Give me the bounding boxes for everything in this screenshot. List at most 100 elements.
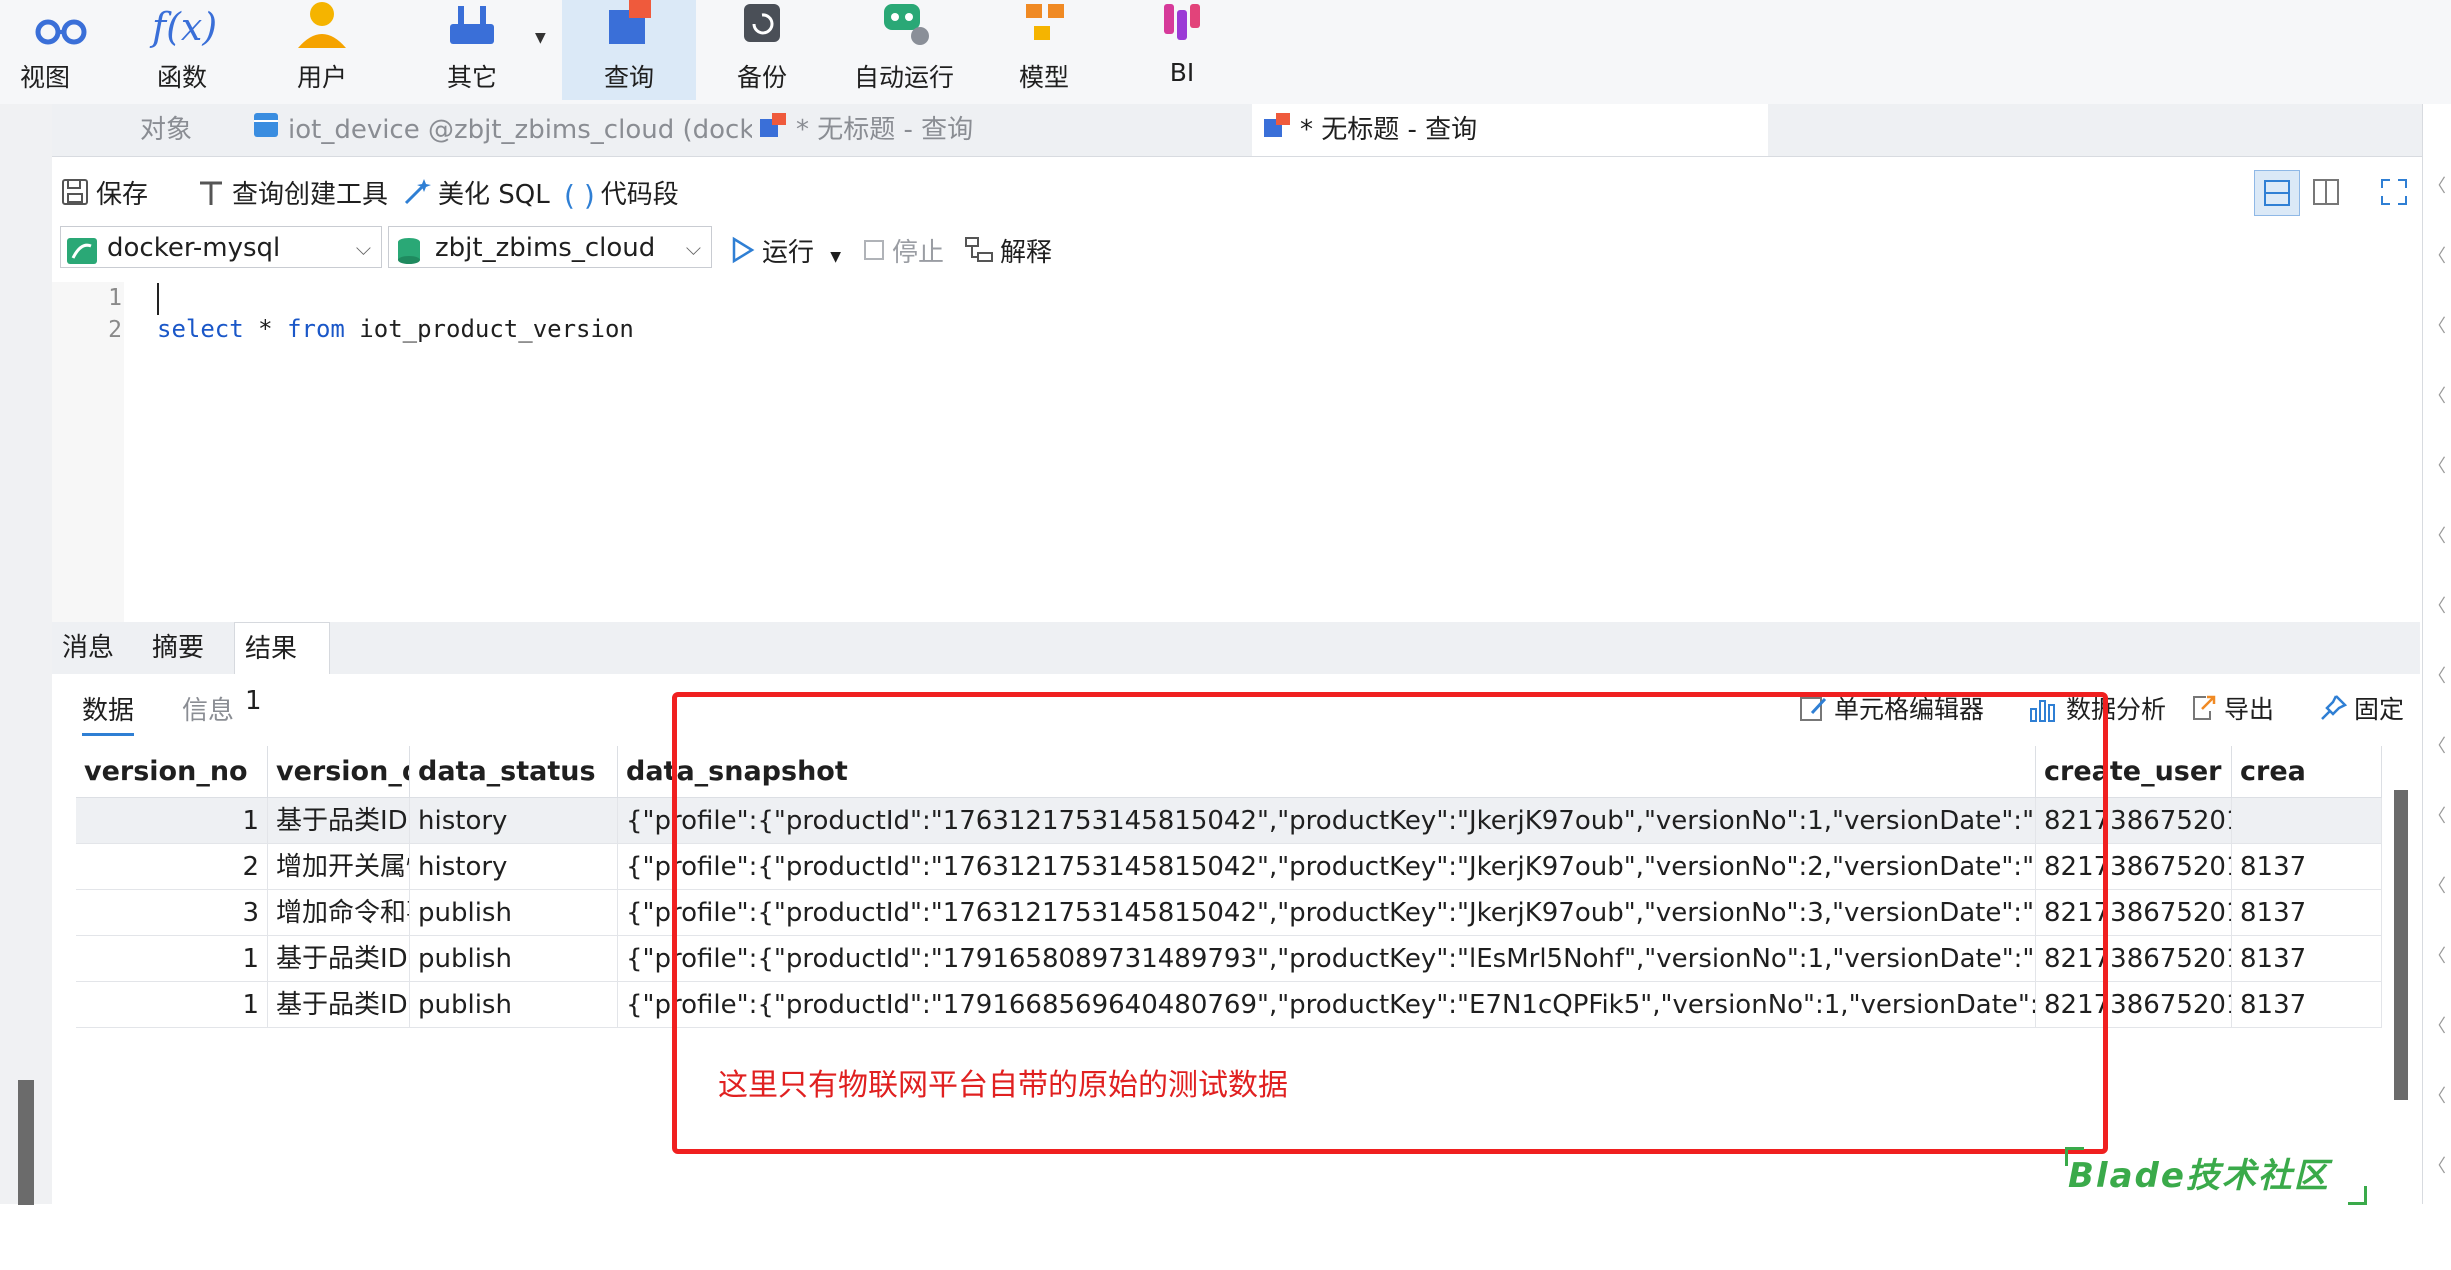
database-value: zbjt_zbims_cloud — [435, 233, 656, 263]
layout-split-button[interactable] — [2304, 170, 2350, 216]
query-builder-label: 查询创建工具 — [232, 180, 389, 210]
tab-iot-device-label: iot_device @zbjt_zbims_cloud (dock... — [288, 115, 752, 145]
backup-icon — [744, 4, 780, 42]
chevron-left-icon[interactable]: 〈 — [2428, 872, 2446, 898]
cell-create-partial[interactable]: 8137 — [2232, 890, 2382, 936]
function-icon: f(x) — [149, 5, 217, 49]
chevron-left-icon[interactable]: 〈 — [2428, 732, 2446, 758]
chevron-left-icon[interactable]: 〈 — [2428, 942, 2446, 968]
tab-objects[interactable]: 对象 — [96, 104, 236, 156]
cell-version-no[interactable]: 1 — [76, 936, 268, 982]
watermark-corner — [2348, 1186, 2367, 1205]
export-button[interactable]: 导出 — [2188, 690, 2274, 729]
ribbon-model-button[interactable]: 模型 — [984, 0, 1104, 100]
cell-data-status[interactable]: publish — [410, 890, 618, 936]
connection-select[interactable]: docker-mysql ⌵ — [60, 226, 382, 268]
ribbon-automation-button[interactable]: 自动运行 — [844, 0, 964, 100]
sql-star: * — [243, 315, 288, 343]
sql-line-2[interactable]: select * from iot_product_version — [157, 315, 634, 343]
ribbon-model-label: 模型 — [1018, 63, 1069, 92]
cell-version-no[interactable]: 2 — [76, 844, 268, 890]
chevron-left-icon[interactable]: 〈 — [2428, 522, 2446, 548]
cell-data-status[interactable]: history — [410, 798, 618, 844]
ribbon-query-button[interactable]: 查询 — [562, 0, 696, 100]
tab-messages[interactable]: 消息 — [62, 622, 114, 674]
ribbon-function-label: 函数 — [156, 63, 207, 92]
stop-button[interactable]: 停止 — [862, 232, 944, 269]
cell-version-desc[interactable]: 基于品类ID:[1791 — [268, 982, 410, 1028]
pin-button[interactable]: 固定 — [2318, 690, 2404, 729]
chevron-down-icon: ⌵ — [355, 236, 371, 260]
left-panel-scrollbar[interactable] — [18, 1080, 34, 1205]
beautify-sql-button[interactable]: 美化 SQL — [402, 174, 550, 214]
cell-version-desc[interactable]: 增加命令和事件配 — [268, 890, 410, 936]
cell-create-partial[interactable]: 8137 — [2232, 844, 2382, 890]
ribbon-view-label: 视图 — [19, 63, 70, 92]
cell-version-desc[interactable]: 基于品类ID:[1764 — [268, 798, 410, 844]
database-select[interactable]: zbjt_zbims_cloud ⌵ — [388, 226, 712, 268]
ribbon-bi-button[interactable]: BI — [1122, 0, 1242, 100]
chevron-left-icon[interactable]: 〈 — [2428, 1012, 2446, 1038]
text-cursor — [157, 283, 159, 315]
ribbon-bi-label: BI — [1169, 58, 1195, 87]
subtab-info[interactable]: 信息 — [182, 690, 234, 727]
tab-untitled-query-2[interactable]: * 无标题 - 查询 — [1252, 104, 1768, 156]
other-dropdown-icon[interactable]: ▼ — [535, 30, 546, 46]
column-header-version-desc[interactable]: version_desc — [268, 746, 410, 798]
layout-stacked-button[interactable] — [2254, 170, 2300, 216]
subtab-data[interactable]: 数据 — [82, 690, 135, 736]
watermark: Blade技术社区 — [2068, 1156, 2330, 1196]
result-vertical-scrollbar[interactable] — [2394, 790, 2408, 1100]
explain-icon — [964, 235, 994, 272]
chevron-left-icon[interactable]: 〈 — [2428, 242, 2446, 268]
export-icon — [2188, 693, 2218, 729]
ribbon-backup-button[interactable]: 备份 — [702, 0, 822, 100]
cell-version-no[interactable]: 1 — [76, 798, 268, 844]
column-header-create-partial[interactable]: crea — [2232, 746, 2382, 798]
ribbon-view-button[interactable]: 视图 — [0, 0, 120, 100]
run-button[interactable]: 运行 ▼ — [730, 232, 841, 271]
fullscreen-button[interactable] — [2372, 170, 2418, 216]
explain-button[interactable]: 解释 — [964, 232, 1052, 272]
chevron-left-icon[interactable]: 〈 — [2428, 1152, 2446, 1178]
cell-data-status[interactable]: history — [410, 844, 618, 890]
cell-create-partial[interactable] — [2232, 798, 2382, 844]
code-snippet-label: 代码段 — [600, 180, 679, 210]
tab-iot-device[interactable]: iot_device @zbjt_zbims_cloud (dock... — [242, 104, 752, 156]
run-dropdown-icon[interactable]: ▼ — [830, 249, 841, 265]
chevron-left-icon[interactable]: 〈 — [2428, 802, 2446, 828]
ribbon-automation-label: 自动运行 — [853, 63, 954, 92]
cell-create-partial[interactable]: 8137 — [2232, 982, 2382, 1028]
query-builder-button[interactable]: 查询创建工具 — [196, 174, 388, 214]
tab-result-1[interactable]: 结果 1 — [234, 622, 330, 716]
chevron-down-icon: ⌵ — [685, 236, 701, 260]
chevron-left-icon[interactable]: 〈 — [2428, 452, 2446, 478]
other-icon — [450, 6, 494, 44]
code-snippet-button[interactable]: ( ) 代码段 — [564, 174, 679, 212]
ribbon-other-button[interactable]: 其它 — [412, 0, 532, 100]
query-tab-icon — [758, 105, 788, 157]
column-header-version-no[interactable]: version_no — [76, 746, 268, 798]
cell-data-status[interactable]: publish — [410, 982, 618, 1028]
chevron-left-icon[interactable]: 〈 — [2428, 172, 2446, 198]
chevron-left-icon[interactable]: 〈 — [2428, 662, 2446, 688]
cell-version-no[interactable]: 1 — [76, 982, 268, 1028]
cell-version-desc[interactable]: 增加开关属性 — [268, 844, 410, 890]
ribbon-user-button[interactable]: 用户 — [262, 0, 382, 100]
cell-version-no[interactable]: 3 — [76, 890, 268, 936]
stop-icon — [862, 238, 886, 269]
save-button[interactable]: 保存 — [60, 174, 148, 214]
column-header-data-status[interactable]: data_status — [410, 746, 618, 798]
cell-data-status[interactable]: publish — [410, 936, 618, 982]
chevron-left-icon[interactable]: 〈 — [2428, 592, 2446, 618]
cell-create-partial[interactable]: 8137 — [2232, 936, 2382, 982]
ribbon-other-label: 其它 — [446, 63, 497, 92]
cell-version-desc[interactable]: 基于品类ID:[1763 — [268, 936, 410, 982]
result-tab-bar: 消息 摘要 结果 1 — [52, 622, 2420, 716]
ribbon-function-button[interactable]: f(x) 函数 — [122, 0, 242, 100]
chevron-left-icon[interactable]: 〈 — [2428, 382, 2446, 408]
chevron-left-icon[interactable]: 〈 — [2428, 312, 2446, 338]
tab-summary[interactable]: 摘要 — [152, 622, 204, 674]
chevron-left-icon[interactable]: 〈 — [2428, 1082, 2446, 1108]
tab-untitled-query-1[interactable]: * 无标题 - 查询 — [748, 104, 1262, 156]
